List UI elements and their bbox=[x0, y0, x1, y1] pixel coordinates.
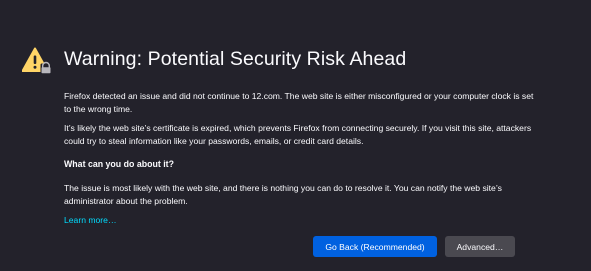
learn-more-link[interactable]: Learn more… bbox=[64, 215, 117, 225]
lock-icon bbox=[40, 61, 52, 74]
what-can-you-do-heading: What can you do about it? bbox=[64, 159, 174, 169]
warning-icon bbox=[21, 46, 52, 76]
advanced-button[interactable]: Advanced… bbox=[445, 236, 515, 257]
go-back-button[interactable]: Go Back (Recommended) bbox=[313, 236, 437, 257]
resolution-explanation: The issue is most likely with the web si… bbox=[64, 183, 502, 206]
certificate-explanation: It’s likely the web site’s certificate i… bbox=[64, 123, 532, 146]
issue-description: Firefox detected an issue and did not co… bbox=[64, 91, 534, 114]
page-title: Warning: Potential Security Risk Ahead bbox=[64, 48, 407, 70]
